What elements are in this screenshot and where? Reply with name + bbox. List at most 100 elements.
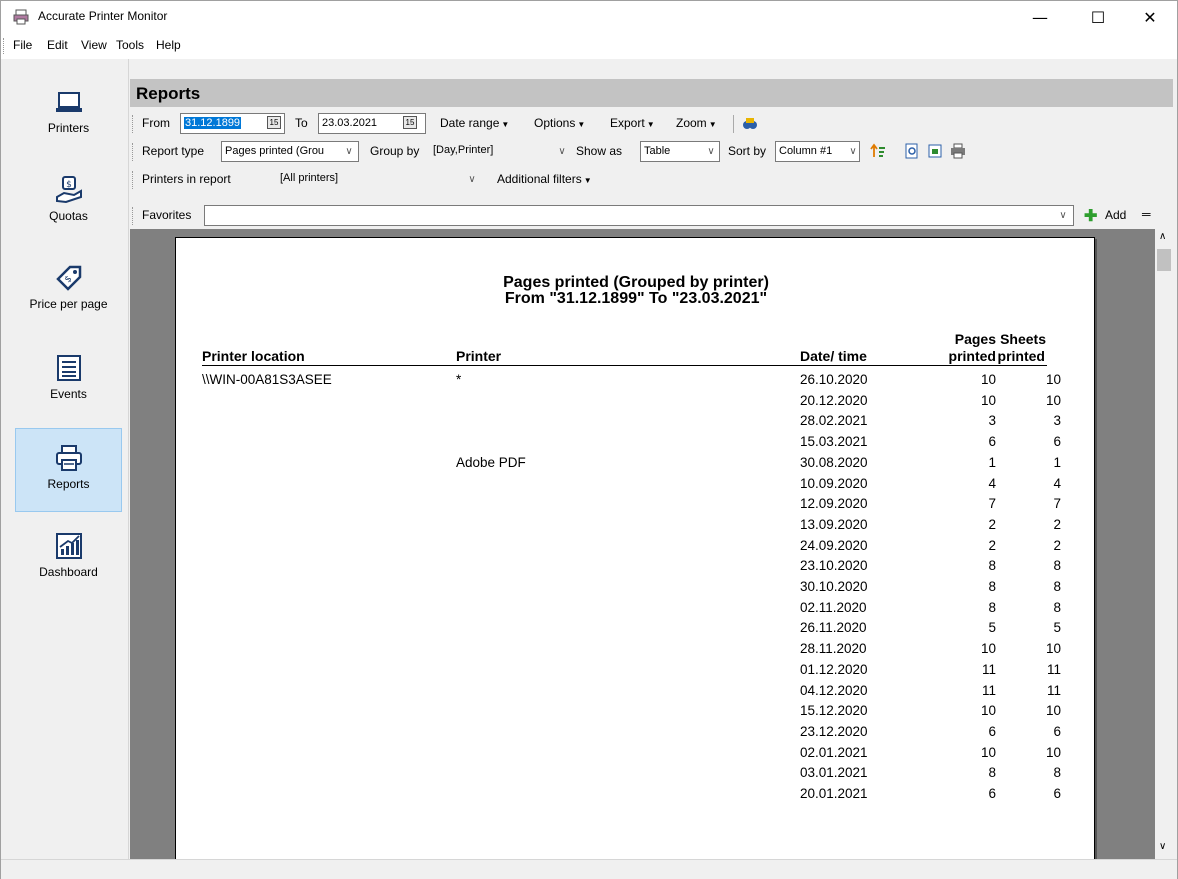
chevron-down-icon[interactable]: ∨ (553, 141, 571, 162)
export-label: Export (610, 116, 645, 130)
cell-sheets: 4 (1053, 475, 1061, 491)
cell-sheets: 6 (1053, 786, 1061, 801)
menu-grip (3, 38, 6, 54)
chart-icon (55, 533, 82, 559)
cell-date: 30.08.2020 (800, 454, 868, 470)
cell-date: 26.10.2020 (800, 372, 868, 387)
cell-pages: 6 (988, 786, 996, 801)
cell-sheets: 6 (1053, 723, 1061, 739)
printers-in-report-value[interactable]: [All printers] (280, 172, 338, 184)
print-icon[interactable] (950, 143, 966, 159)
zoom-dropdown[interactable]: Zoom ▼ (676, 116, 717, 130)
date-range-dropdown[interactable]: Date range ▼ (440, 116, 509, 130)
sidebar-item-reports[interactable]: Reports (15, 428, 122, 512)
sort-ascending-icon[interactable] (870, 143, 886, 159)
sidebar: Printers $ Quotas $ Price per page Event… (1, 59, 129, 859)
chevron-down-icon[interactable]: ∨ (702, 141, 720, 162)
cell-pages: 7 (988, 496, 996, 512)
export-excel-icon[interactable] (927, 143, 943, 159)
cell-pages: 1 (988, 454, 996, 470)
column-header-pages-bottom: printed (948, 348, 996, 364)
show-as-label: Show as (576, 144, 623, 158)
add-icon[interactable]: ✚ (1084, 206, 1097, 226)
printer-icon (55, 445, 82, 471)
column-header-sheets-top: Sheets (1000, 331, 1046, 347)
calendar-icon[interactable]: 15 (403, 116, 417, 129)
cell-pages: 3 (988, 413, 996, 429)
favorites-combo[interactable] (204, 205, 1074, 226)
sidebar-item-dashboard[interactable]: Dashboard (15, 517, 122, 601)
sidebar-item-events[interactable]: Events (15, 339, 122, 423)
chevron-down-icon[interactable]: ∨ (340, 141, 358, 162)
chevron-down-icon[interactable]: ∨ (463, 169, 481, 190)
sidebar-item-quotas[interactable]: $ Quotas (15, 161, 122, 245)
menu-tools[interactable]: Tools (116, 38, 144, 52)
menu-help[interactable]: Help (156, 38, 181, 52)
cell-sheets: 10 (1045, 372, 1061, 387)
cell-pages: 8 (988, 558, 996, 574)
export-dropdown[interactable]: Export ▼ (610, 116, 655, 130)
cell-pages: 8 (988, 579, 996, 594)
cell-sheets: 10 (1045, 703, 1061, 719)
sidebar-item-printers[interactable]: Printers (15, 73, 122, 157)
list-icon (56, 355, 81, 381)
sidebar-item-label: Price per page (29, 297, 108, 311)
additional-filters-dropdown[interactable]: Additional filters ▼ (497, 172, 592, 186)
remove-icon[interactable]: ═ (1142, 207, 1151, 221)
page-title: Reports (130, 79, 1173, 107)
scroll-thumb[interactable] (1157, 249, 1171, 271)
toolbar-separator (733, 115, 734, 133)
column-header-location: Printer location (202, 348, 305, 364)
cell-pages: 11 (981, 682, 996, 698)
cell-sheets: 1 (1053, 454, 1061, 470)
svg-text:$: $ (66, 180, 72, 190)
add-favorite-button[interactable]: Add (1105, 208, 1126, 222)
sidebar-item-label: Events (50, 387, 87, 401)
menu-edit[interactable]: Edit (47, 38, 68, 52)
menu-view[interactable]: View (81, 38, 107, 52)
report-viewer[interactable]: Pages printed (Grouped by printer) From … (130, 229, 1155, 859)
additional-filters-label: Additional filters (497, 172, 582, 186)
maximize-button[interactable]: ☐ (1075, 1, 1121, 33)
cell-printer: * (456, 372, 462, 387)
sidebar-item-label: Printers (47, 121, 90, 135)
cell-sheets: 3 (1053, 413, 1061, 429)
cell-pages: 4 (988, 475, 996, 491)
scroll-down-icon[interactable]: ∨ (1159, 841, 1166, 852)
cell-pages: 10 (980, 744, 996, 760)
cell-date: 30.10.2020 (800, 579, 868, 594)
toolbar-grip (132, 115, 135, 133)
minimize-button[interactable]: — (1017, 1, 1063, 33)
menu-file[interactable]: File (13, 38, 32, 52)
chevron-down-icon[interactable]: ∨ (1054, 205, 1072, 226)
binoculars-icon[interactable] (742, 115, 758, 131)
chevron-down-icon[interactable]: ∨ (844, 141, 862, 162)
close-button[interactable]: ✕ (1127, 1, 1173, 33)
sidebar-item-price-per-page[interactable]: $ Price per page (15, 249, 122, 333)
date-range-label: Date range (440, 116, 500, 130)
app-printer-icon (13, 9, 29, 25)
vertical-scrollbar[interactable]: ∧ ∨ (1155, 229, 1173, 859)
scroll-up-icon[interactable]: ∧ (1159, 231, 1166, 242)
cell-pages: 6 (988, 434, 996, 450)
options-dropdown[interactable]: Options ▼ (534, 116, 585, 130)
report-type-label: Report type (142, 144, 205, 158)
column-header-sheets-bottom: printed (997, 348, 1045, 364)
options-label: Options (534, 116, 576, 130)
cell-pages: 8 (988, 765, 996, 781)
cell-pages: 10 (980, 372, 996, 387)
report-title-line2: From "31.12.1899" To "23.03.2021" (504, 290, 768, 307)
report-type-select[interactable]: Pages printed (Grou (221, 141, 359, 162)
toolbar-grip (132, 207, 135, 225)
cell-date: 20.12.2020 (800, 392, 868, 408)
preview-icon[interactable] (904, 143, 920, 159)
group-by-value[interactable]: [Day,Printer] (433, 144, 493, 156)
cell-date: 02.11.2020 (800, 599, 867, 615)
calendar-icon[interactable]: 15 (267, 116, 281, 129)
to-date-value: 23.03.2021 (322, 117, 378, 129)
quota-icon: $ (55, 176, 82, 204)
cell-date: 13.09.2020 (800, 516, 868, 532)
from-date-value: 31.12.1899 (184, 117, 242, 129)
cell-date: 03.01.2021 (800, 765, 868, 781)
report-page: Pages printed (Grouped by printer) From … (175, 237, 1095, 859)
